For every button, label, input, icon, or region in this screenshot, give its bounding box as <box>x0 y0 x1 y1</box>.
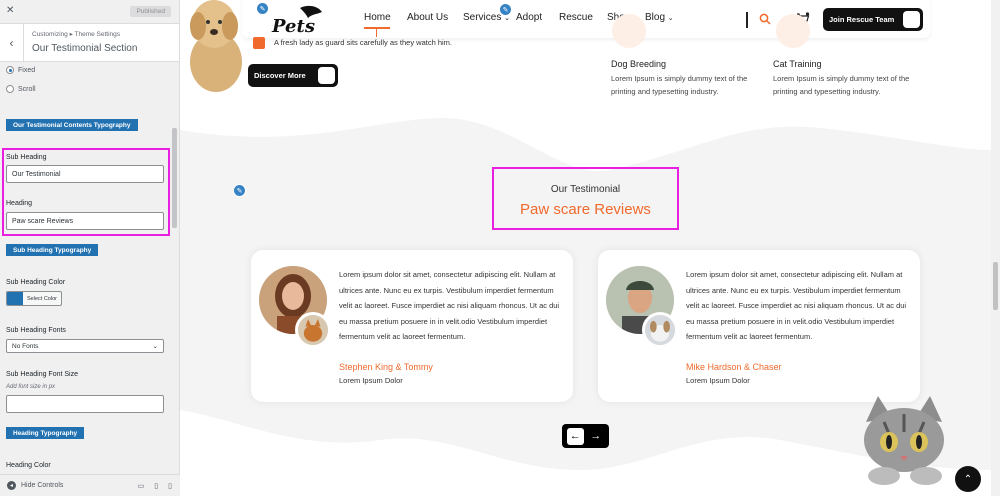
search-icon[interactable] <box>759 13 771 25</box>
nav-blog-label: Blog <box>645 12 666 23</box>
testimonial-card: Lorem ipsum dolor sit amet, consectetur … <box>251 250 573 402</box>
contents-typography-button[interactable]: Our Testimonial Contents Typography <box>6 119 138 131</box>
mobile-icon[interactable]: ▯ <box>168 482 172 490</box>
join-rescue-team-button[interactable]: Join Rescue Team <box>823 8 923 31</box>
select-color-button[interactable]: Select Color <box>6 291 62 306</box>
customer-role: Lorem Ipsum Dolor <box>686 376 750 385</box>
arrow-right-icon[interactable]: → <box>587 428 604 445</box>
select-color-label: Select Color <box>27 295 57 302</box>
sub-heading-typography-button[interactable]: Sub Heading Typography <box>6 244 99 256</box>
tablet-icon[interactable]: ▯ <box>154 482 158 490</box>
preview-scrollbar-thumb[interactable] <box>993 262 998 310</box>
nav-adopt[interactable]: Adopt <box>516 12 542 23</box>
pet-avatar <box>642 312 678 348</box>
breadcrumb: Customizing ▸ Theme Settings <box>32 31 121 38</box>
service-icon-circle <box>612 14 646 48</box>
site-preview: Pets Home About Us Services ⌄ Adopt Resc… <box>180 0 1000 496</box>
customizer-sidebar: ✕ Published ‹ Customizing ▸ Theme Settin… <box>0 0 180 496</box>
service-icon-circle <box>776 14 810 48</box>
paw-feature-icon <box>253 37 265 49</box>
nav-about[interactable]: About Us <box>407 12 448 23</box>
scroll-to-top-button[interactable]: ⌃ <box>955 466 981 492</box>
radio-selected-icon <box>6 66 14 74</box>
customer-name: Stephen King & Tommy <box>339 362 433 372</box>
chevron-down-icon: ⌄ <box>667 15 674 22</box>
radio-fixed-label: Fixed <box>18 66 36 74</box>
radio-scroll-label: Scroll <box>18 85 36 93</box>
heading-color-label: Heading Color <box>6 462 51 469</box>
join-button-label: Join Rescue Team <box>829 15 895 24</box>
color-swatch <box>7 292 23 305</box>
feature-text: A fresh lady as guard sits carefully as … <box>274 38 452 47</box>
nav-rescue[interactable]: Rescue <box>559 12 593 23</box>
radio-scroll[interactable]: Scroll <box>6 85 36 93</box>
back-chevron-icon[interactable]: ‹ <box>0 24 24 62</box>
double-chevron-up-icon: ⌃ <box>963 473 973 485</box>
customer-name: Mike Hardson & Chaser <box>686 362 782 372</box>
font-size-input[interactable] <box>6 395 164 413</box>
radio-empty-icon <box>6 85 14 93</box>
fonts-select[interactable]: No Fonts ⌄ <box>6 339 164 353</box>
radio-fixed[interactable]: Fixed <box>6 66 35 74</box>
chevron-down-icon: ⌄ <box>152 343 158 350</box>
hide-controls-label[interactable]: Hide Controls <box>21 482 63 489</box>
close-icon[interactable]: ✕ <box>6 6 14 16</box>
button-accent-box <box>318 67 335 84</box>
hide-controls-icon[interactable]: ◂ <box>7 481 16 490</box>
edit-pencil-icon[interactable]: ✎ <box>233 184 246 197</box>
arrow-left-icon[interactable]: ← <box>566 427 584 445</box>
nav-home-label: Home <box>364 12 391 23</box>
nav-services-label: Services <box>463 12 502 23</box>
screen: ✕ Published ‹ Customizing ▸ Theme Settin… <box>0 0 1000 496</box>
device-preview-buttons: ▭ ▯ ▯ <box>138 482 180 490</box>
sub-heading-fonts-label: Sub Heading Fonts <box>6 327 66 334</box>
slider-controls: ← → <box>562 424 609 448</box>
pet-avatar <box>295 312 331 348</box>
edit-pencil-icon[interactable]: ✎ <box>499 3 512 16</box>
nav-blog[interactable]: Blog ⌄ <box>645 12 674 23</box>
nav-divider <box>746 12 748 28</box>
logo-text: Pets <box>271 16 315 37</box>
cat-image <box>864 396 944 485</box>
active-indicator <box>376 28 377 37</box>
testimonial-quote: Lorem ipsum dolor sit amet, consectetur … <box>339 270 560 341</box>
testimonial-sub-heading: Our Testimonial <box>550 184 621 195</box>
testimonial-quote: Lorem ipsum dolor sit amet, consectetur … <box>686 270 907 341</box>
sub-heading-color-label: Sub Heading Color <box>6 279 66 286</box>
button-accent-box <box>903 11 920 28</box>
testimonial-card: Lorem ipsum dolor sit amet, consectetur … <box>598 250 920 402</box>
pets-logo[interactable]: Pets <box>270 4 330 38</box>
highlight-box <box>492 167 679 230</box>
desktop-icon[interactable]: ▭ <box>138 482 145 490</box>
discover-more-button[interactable]: Discover More <box>248 64 338 87</box>
fonts-selected-value: No Fonts <box>12 342 39 350</box>
service-title: Cat Training <box>773 59 822 69</box>
customizer-header: ✕ Published <box>0 0 179 24</box>
nav-home[interactable]: Home <box>364 12 391 37</box>
highlight-box <box>2 148 170 236</box>
edit-pencil-icon[interactable]: ✎ <box>256 2 269 15</box>
preview-scrollbar-track <box>991 0 1000 496</box>
active-underline <box>364 27 390 29</box>
font-size-description: Add font size in px <box>6 384 56 390</box>
font-size-label: Sub Heading Font Size <box>6 371 78 378</box>
dog-image <box>180 0 246 92</box>
chevron-down-icon: ⌄ <box>504 15 511 22</box>
section-header: ‹ Customizing ▸ Theme Settings Our Testi… <box>0 24 179 62</box>
service-title: Dog Breeding <box>611 59 667 69</box>
customizer-footer: ◂ Hide Controls ▭ ▯ ▯ <box>0 474 180 496</box>
section-title: Our Testimonial Section <box>32 43 138 54</box>
customer-role: Lorem Ipsum Dolor <box>339 376 403 385</box>
sidebar-scrollbar[interactable] <box>172 128 177 228</box>
heading-typography-button[interactable]: Heading Typography <box>6 427 85 439</box>
testimonial-heading: Paw scare Reviews <box>520 201 651 218</box>
discover-button-label: Discover More <box>254 71 306 80</box>
service-description: Lorem Ipsum is simply dummy text of the … <box>611 74 748 96</box>
service-description: Lorem Ipsum is simply dummy text of the … <box>773 74 910 96</box>
published-button[interactable]: Published <box>130 6 171 17</box>
